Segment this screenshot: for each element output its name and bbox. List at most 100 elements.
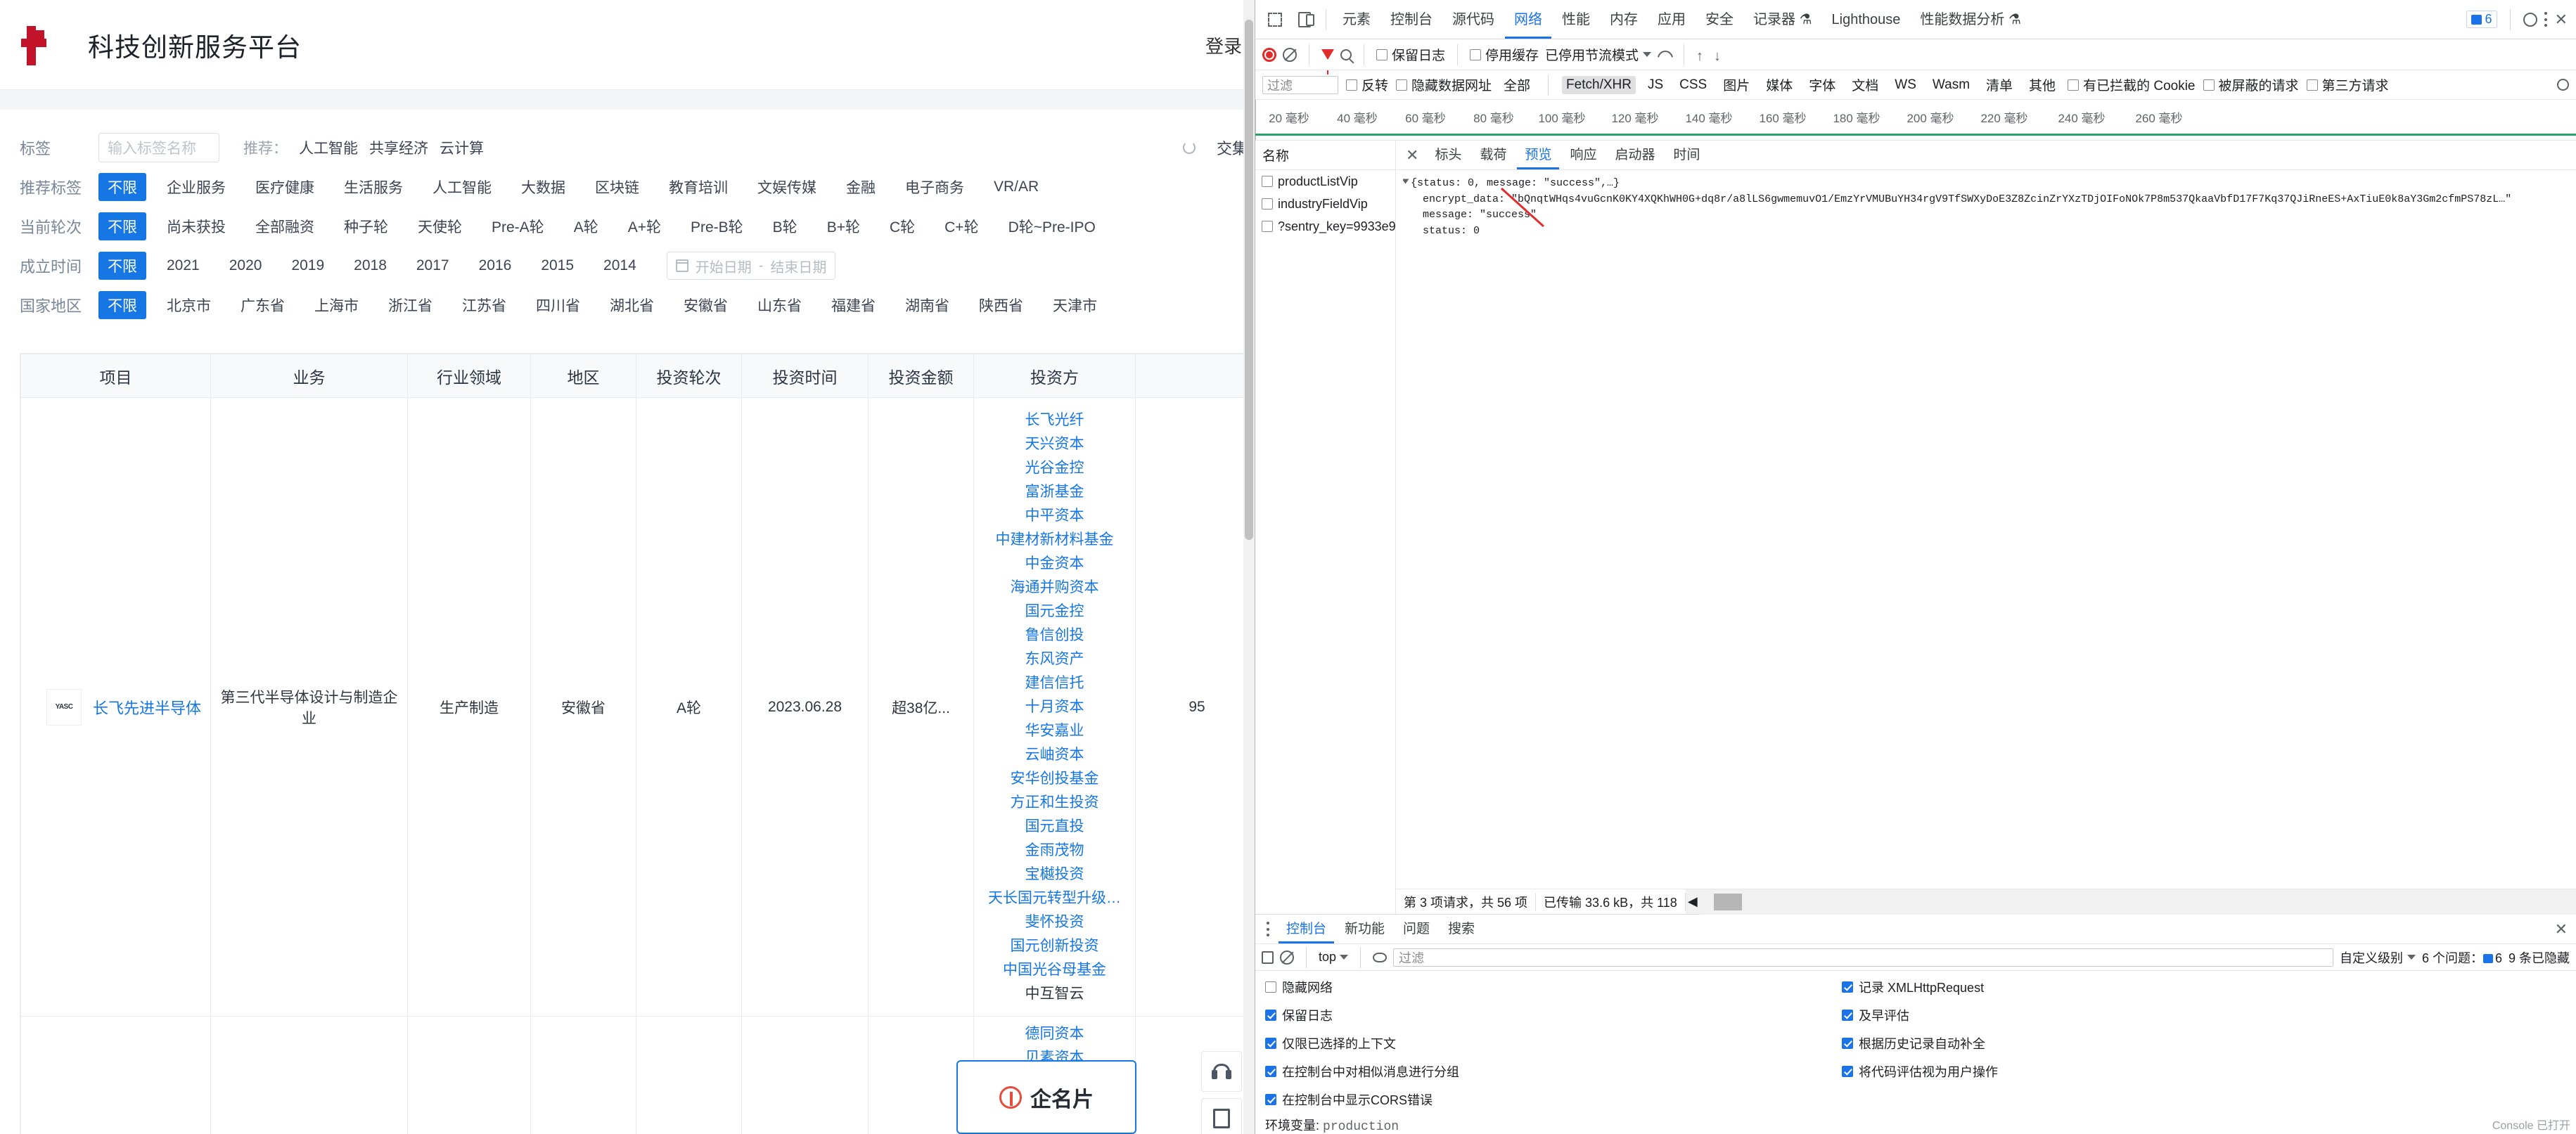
json-root-line[interactable]: {status: 0, message: "success",…} <box>1403 176 2569 192</box>
chip-4[interactable]: 人工智能 <box>423 173 501 201</box>
setting-autocomplete-history[interactable]: 根据历史记录自动补全 <box>1842 1034 1998 1052</box>
setting-checkbox[interactable] <box>1842 1010 1853 1021</box>
type-filter-manifest[interactable]: 清单 <box>1982 74 2017 96</box>
expand-triangle-icon[interactable] <box>1403 179 1409 184</box>
chip-6[interactable]: A轮 <box>565 212 608 240</box>
hide-data-urls-checkbox[interactable] <box>1396 79 1408 91</box>
setting-preserve-log[interactable]: 保留日志 <box>1265 1006 1842 1024</box>
chip-4[interactable]: 天使轮 <box>409 212 471 240</box>
import-har-icon[interactable] <box>1696 49 1707 61</box>
clear-icon[interactable] <box>1283 47 1297 62</box>
chip-5[interactable]: 2017 <box>407 254 459 278</box>
tab-network[interactable]: 网络 <box>1505 1 1551 39</box>
device-toolbar-button[interactable] <box>1290 6 1319 34</box>
drawer-close-icon[interactable]: ✕ <box>2555 921 2568 937</box>
type-filter-img[interactable]: 图片 <box>1719 74 1754 96</box>
tag-input[interactable]: 输入标签名称 <box>98 133 219 162</box>
tab-recorder[interactable]: 记录器 ⚗ <box>1744 1 1821 39</box>
disable-cache-toggle[interactable]: 停用缓存 <box>1470 45 1539 64</box>
request-row[interactable]: industryFieldVip <box>1255 193 1395 215</box>
investor-link[interactable]: 天兴资本 <box>1025 434 1084 455</box>
request-checkbox[interactable] <box>1262 221 1273 232</box>
request-checkbox[interactable] <box>1262 176 1273 187</box>
chip-3[interactable]: 上海市 <box>305 291 368 319</box>
gear-icon[interactable] <box>2523 12 2537 27</box>
chip-8[interactable]: Pre-B轮 <box>681 212 752 240</box>
chip-5[interactable]: 大数据 <box>512 173 575 201</box>
page-scrollbar[interactable] <box>1243 0 1255 1134</box>
setting-eval-as-user-action[interactable]: 将代码评估视为用户操作 <box>1842 1062 1998 1081</box>
investor-link[interactable]: 鲁信创投 <box>1025 625 1084 646</box>
chip-11[interactable]: VR/AR <box>985 175 1048 199</box>
request-row[interactable]: productListVip <box>1255 170 1395 193</box>
type-filter-css[interactable]: CSS <box>1675 76 1711 94</box>
console-context-select[interactable]: top <box>1319 950 1349 965</box>
export-har-icon[interactable] <box>1714 49 1725 61</box>
detail-close-icon[interactable]: ✕ <box>1400 147 1424 163</box>
chip-6[interactable]: 四川省 <box>527 291 589 319</box>
type-filter-fetch-xhr[interactable]: Fetch/XHR <box>1562 75 1636 94</box>
request-checkbox[interactable] <box>1262 198 1273 210</box>
detail-tab-headers[interactable]: 标头 <box>1427 141 1469 169</box>
drawer-tab-console[interactable]: 控制台 <box>1279 915 1334 943</box>
investor-link[interactable]: 安华创投基金 <box>1011 768 1099 790</box>
investor-link[interactable]: 东风资产 <box>1025 649 1084 670</box>
chip-9[interactable]: 金融 <box>837 173 885 201</box>
login-link[interactable]: 登录 <box>1205 32 1242 58</box>
detail-tab-initiator[interactable]: 启动器 <box>1608 141 1663 169</box>
setting-selected-context-only[interactable]: 仅限已选择的上下文 <box>1265 1034 1842 1052</box>
network-conditions-icon[interactable] <box>1658 49 1672 60</box>
blocked-requests-toggle[interactable]: 被屏蔽的请求 <box>2203 75 2299 94</box>
investor-link[interactable]: 金雨茂物 <box>1025 840 1084 861</box>
setting-checkbox[interactable] <box>1265 1066 1276 1077</box>
page-scrollbar-thumb[interactable] <box>1245 20 1253 540</box>
scrollbar-thumb[interactable] <box>1713 893 1742 910</box>
investor-link[interactable]: 云岫资本 <box>1025 745 1084 766</box>
detail-tab-preview[interactable]: 预览 <box>1517 141 1559 169</box>
setting-group-similar[interactable]: 在控制台中对相似消息进行分组 <box>1265 1062 1842 1081</box>
live-expression-icon[interactable] <box>1373 952 1388 962</box>
request-row[interactable]: ?sentry_key=9933e98312834557b2f813df02..… <box>1255 215 1395 238</box>
date-range-picker[interactable]: 开始日期 - 结束日期 <box>666 252 836 280</box>
chip-1[interactable]: 2021 <box>158 254 209 278</box>
filter-icon[interactable] <box>1321 49 1334 75</box>
setting-hide-network[interactable]: 隐藏网络 <box>1265 978 1842 996</box>
setting-checkbox[interactable] <box>1265 1038 1276 1049</box>
issues-badge[interactable]: 6 <box>2466 11 2497 28</box>
setting-log-xhr[interactable]: 记录 XMLHttpRequest <box>1842 978 1998 996</box>
chip-12[interactable]: 陕西省 <box>970 291 1032 319</box>
investor-link[interactable]: 方正和生投资 <box>1011 792 1099 813</box>
type-filter-ws[interactable]: WS <box>1890 76 1921 94</box>
tab-security[interactable]: 安全 <box>1696 1 1743 39</box>
chip-1[interactable]: 尚未获投 <box>158 212 235 240</box>
chip-3[interactable]: 种子轮 <box>335 212 397 240</box>
chip-6[interactable]: 区块链 <box>586 173 648 201</box>
investor-link[interactable]: 华安嘉业 <box>1025 721 1084 742</box>
project-name-link[interactable]: 长飞先进半导体 <box>93 696 201 719</box>
feedback-button[interactable] <box>1201 1098 1242 1134</box>
more-options-icon[interactable] <box>2544 12 2548 27</box>
chip-0[interactable]: 不限 <box>98 173 146 201</box>
chip-10[interactable]: 电子商务 <box>896 173 973 201</box>
chip-2[interactable]: 广东省 <box>231 291 294 319</box>
recommend-item-0[interactable]: 人工智能 <box>299 141 358 157</box>
tab-performance-insights[interactable]: 性能数据分析 ⚗ <box>1911 1 2030 39</box>
investor-link[interactable]: 国元金控 <box>1025 601 1084 622</box>
chip-7[interactable]: A+轮 <box>619 212 670 240</box>
brand-float-card[interactable]: 企名片 <box>956 1060 1136 1134</box>
detail-tab-response[interactable]: 响应 <box>1562 141 1604 169</box>
investor-link[interactable]: 海通并购资本 <box>1011 577 1099 598</box>
investor-link[interactable]: 国元创新投资 <box>1011 936 1099 957</box>
chip-7[interactable]: 2015 <box>532 254 583 278</box>
chip-11[interactable]: 湖南省 <box>896 291 959 319</box>
chip-8[interactable]: 2014 <box>594 254 646 278</box>
chip-2[interactable]: 2020 <box>220 254 271 278</box>
chip-2[interactable]: 全部融资 <box>246 212 323 240</box>
investor-link[interactable]: 国元直投 <box>1025 816 1084 837</box>
chip-5[interactable]: Pre-A轮 <box>482 212 553 240</box>
inspect-element-button[interactable] <box>1261 6 1289 34</box>
console-level-select[interactable]: 自定义级别 <box>2340 948 2416 967</box>
console-filter-input[interactable]: 过滤 <box>1393 948 2333 967</box>
preview-json-view[interactable]: {status: 0, message: "success",…} encryp… <box>1396 170 2576 889</box>
setting-checkbox[interactable] <box>1265 981 1276 993</box>
